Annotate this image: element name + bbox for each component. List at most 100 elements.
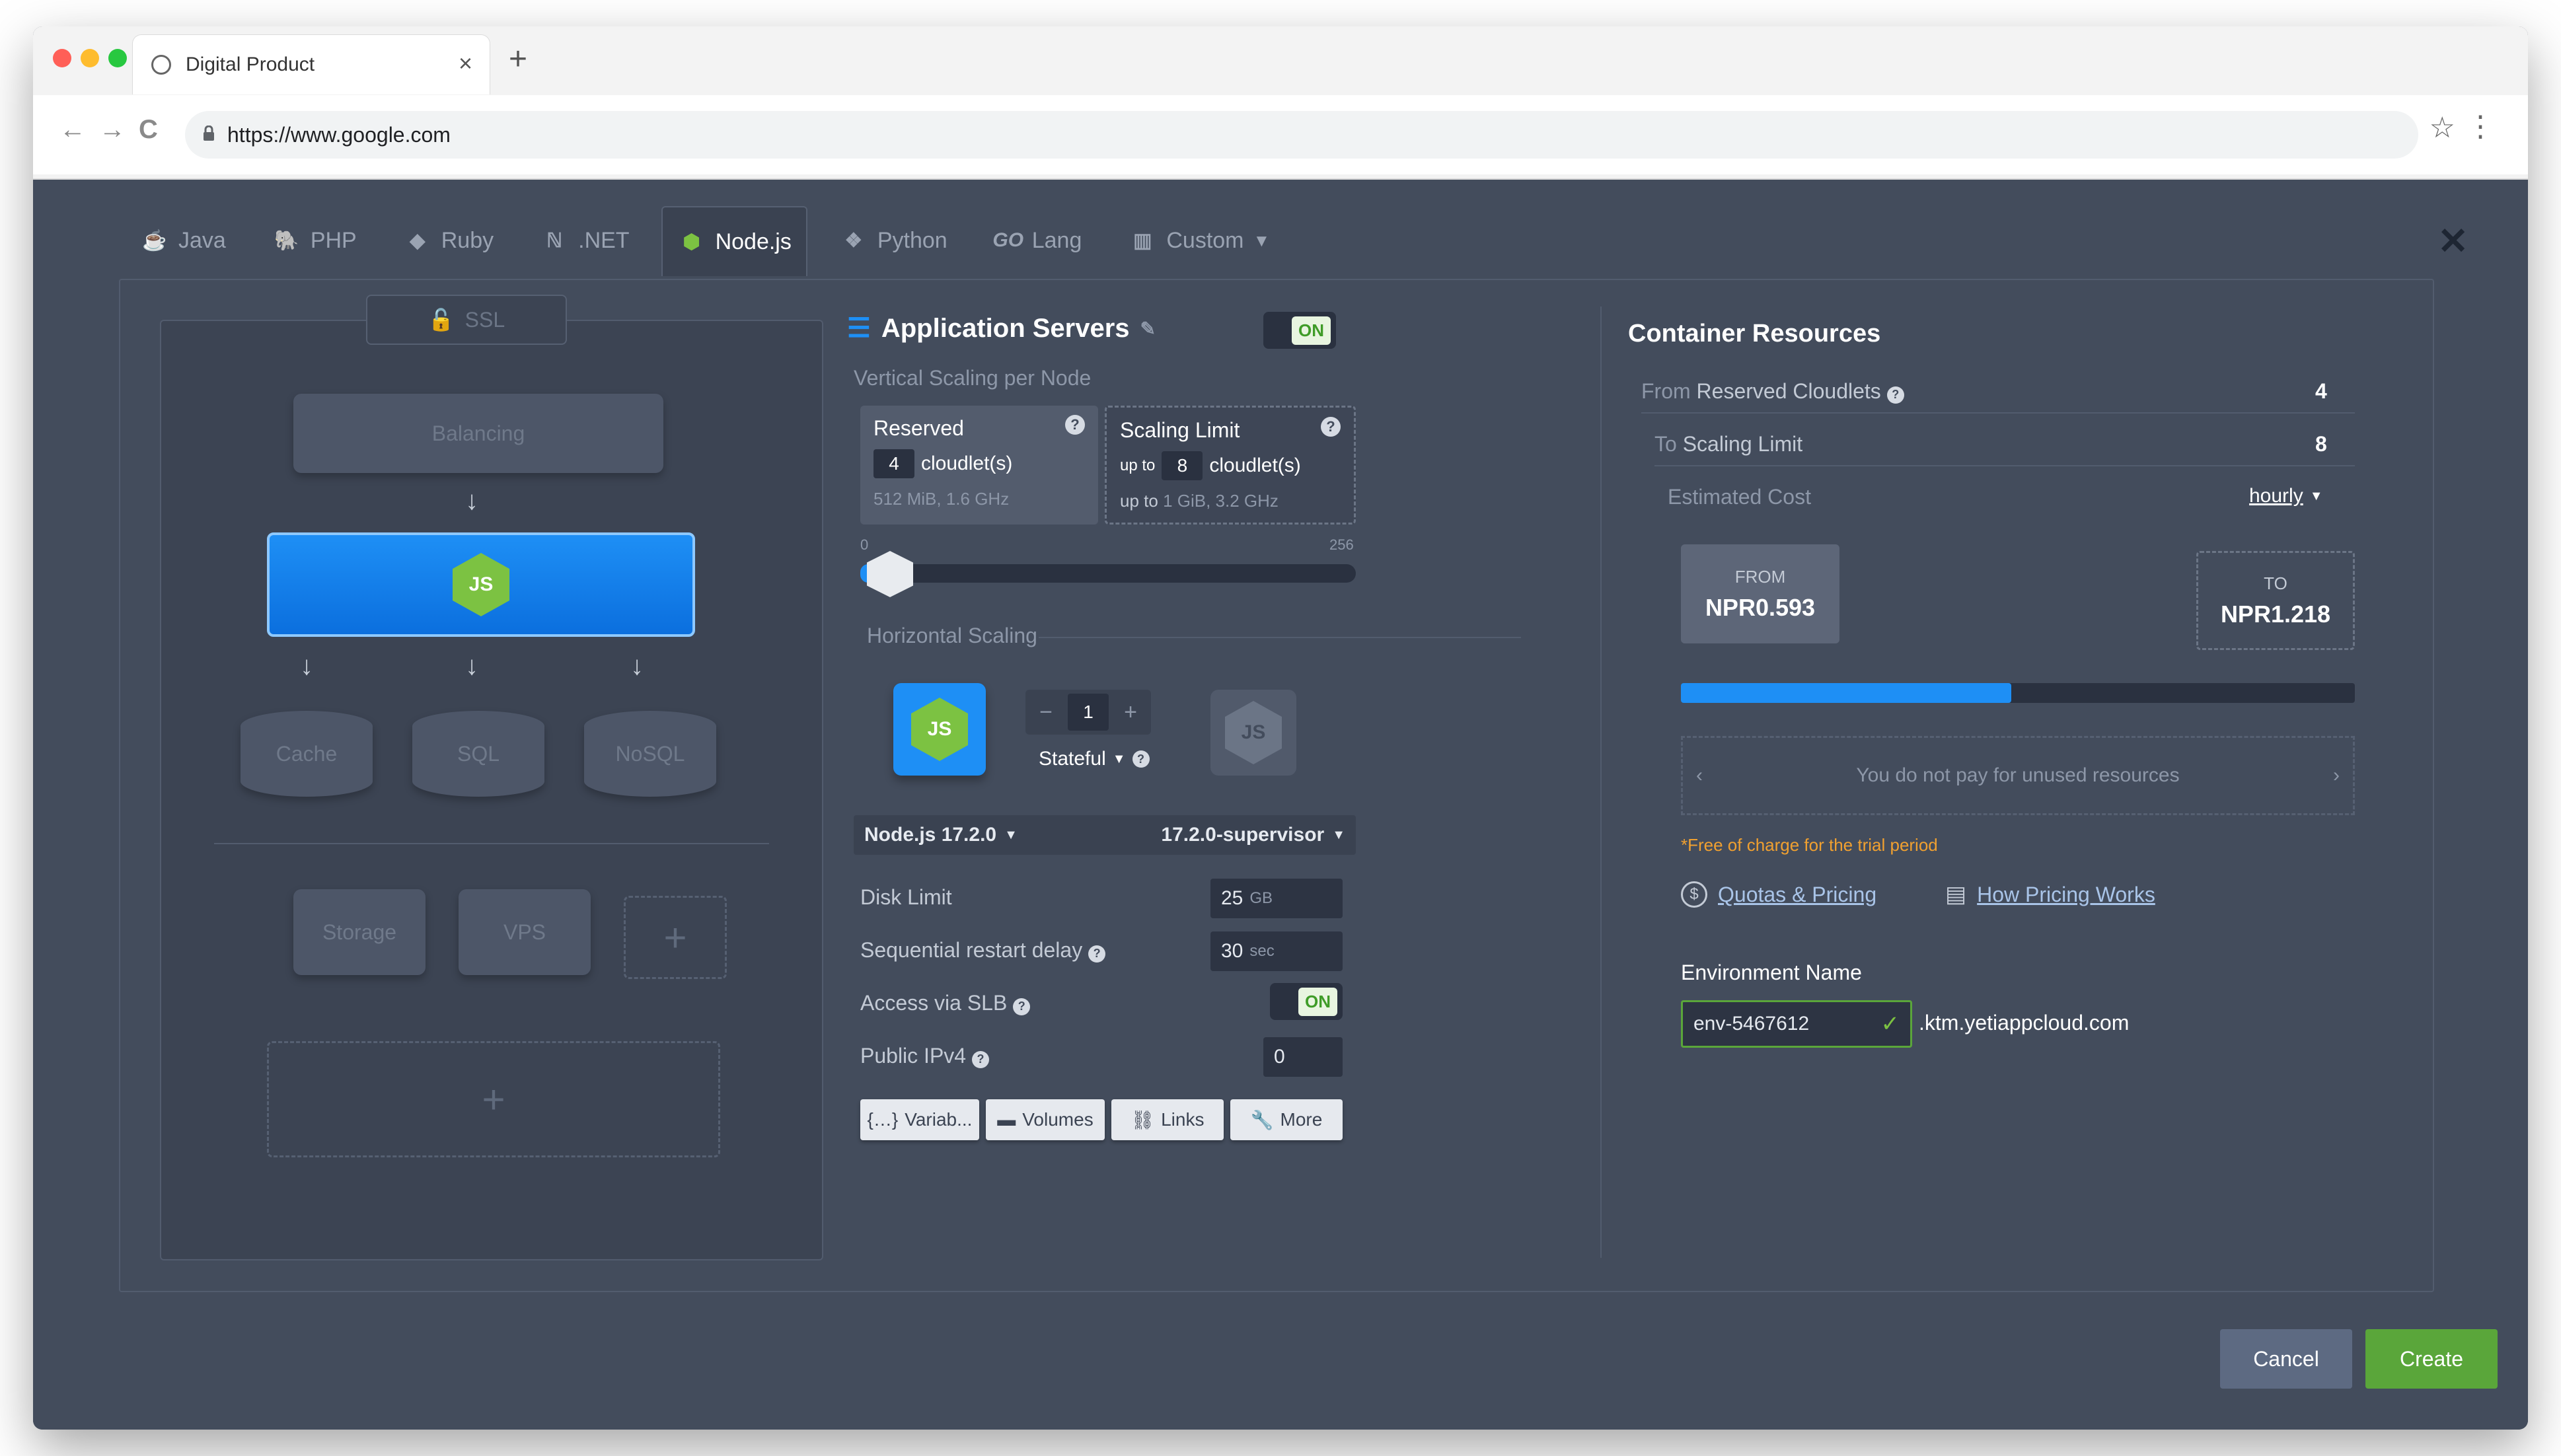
volumes-label: Volumes <box>1022 1109 1094 1130</box>
help-icon[interactable]: ? <box>1886 386 1904 404</box>
pencil-icon[interactable]: ✎ <box>1140 318 1156 340</box>
nodejs-instance-icon: JS <box>893 683 986 776</box>
close-wizard-button[interactable]: ✕ <box>2437 219 2468 263</box>
balancing-node[interactable]: Balancing <box>293 394 663 473</box>
chevron-down-icon: ▼ <box>1332 827 1345 842</box>
tab-dotnet[interactable]: ℕ .NET <box>525 206 644 275</box>
cache-node[interactable]: Cache <box>241 711 373 797</box>
nosql-node[interactable]: NoSQL <box>584 711 716 797</box>
close-window-button[interactable] <box>53 49 71 67</box>
help-icon[interactable]: ? <box>1065 415 1085 435</box>
slb-toggle[interactable]: ON <box>1270 983 1343 1020</box>
maximize-window-button[interactable] <box>108 49 127 67</box>
tab-custom[interactable]: ▥ Custom ▼ <box>1113 206 1284 275</box>
sql-node[interactable]: SQL <box>412 711 544 797</box>
tab-ruby[interactable]: ◆ Ruby <box>389 206 508 275</box>
chevron-right-icon: › <box>2332 764 2340 786</box>
arrow-down-icon: ↓ <box>300 651 313 680</box>
tab-label: Node.js <box>715 229 792 254</box>
forward-button[interactable]: → <box>99 115 126 145</box>
help-icon[interactable]: ? <box>1088 945 1106 963</box>
minimize-window-button[interactable] <box>81 49 99 67</box>
vps-node[interactable]: VPS <box>459 889 591 975</box>
app-servers-toggle[interactable]: ON <box>1263 312 1336 349</box>
tab-python[interactable]: ❖ Python <box>825 206 962 275</box>
tab-nodejs[interactable]: ⬢ Node.js <box>661 206 807 276</box>
limit-cloudlets-input[interactable]: 8 <box>1162 451 1203 480</box>
tag-dropdown[interactable]: 17.2.0-supervisor ▼ <box>1161 824 1345 846</box>
node-count-input[interactable]: 1 <box>1068 694 1109 731</box>
cancel-button[interactable]: Cancel <box>2220 1329 2352 1389</box>
reload-button[interactable]: C <box>139 115 158 145</box>
arrow-down-icon: ↓ <box>630 651 644 680</box>
tab-close-button[interactable]: × <box>459 50 472 77</box>
estimated-cost-label: Estimated Cost <box>1668 485 1811 509</box>
reserved-cloudlets-input[interactable]: 4 <box>873 449 914 478</box>
add-layer-button[interactable]: + <box>267 1041 720 1157</box>
new-tab-button[interactable]: + <box>509 41 527 77</box>
address-bar[interactable]: https://www.google.com <box>185 111 2418 159</box>
more-button[interactable]: 🔧 More <box>1230 1099 1343 1140</box>
nodejs-icon: ⬢ <box>683 231 700 253</box>
limit-spec-prefix: up to <box>1120 491 1158 511</box>
help-icon[interactable]: ? <box>1132 750 1150 768</box>
restart-delay-input[interactable]: 30 sec <box>1210 931 1343 971</box>
arrow-down-icon: ↓ <box>465 651 478 680</box>
variables-button[interactable]: {…} Variab... <box>860 1099 979 1140</box>
to-prefix: To <box>1654 432 1677 456</box>
decrement-button[interactable]: − <box>1029 696 1062 729</box>
reserved-cloudlets-value: 4 <box>2315 379 2327 403</box>
env-name-input[interactable]: env-5467612 ✓ <box>1681 1000 1912 1048</box>
links-button[interactable]: ⛓ Links <box>1111 1099 1224 1140</box>
limit-spec: 1 GiB, 3.2 GHz <box>1163 491 1279 511</box>
quotas-pricing-link[interactable]: $ Quotas & Pricing <box>1681 881 1876 908</box>
disk-limit-input[interactable]: 25 GB <box>1210 879 1343 918</box>
toggle-state: ON <box>1298 987 1337 1016</box>
help-icon[interactable]: ? <box>971 1050 989 1068</box>
browser-menu-icon[interactable]: ⋮ <box>2466 110 2495 143</box>
tab-label: Custom <box>1166 227 1244 253</box>
section-title: ☰ Application Servers ✎ <box>847 313 1156 344</box>
nodejs-app-server-node[interactable]: JS <box>267 532 695 637</box>
cost-period-value: hourly <box>2249 485 2303 507</box>
slb-label: Access via SLB ? <box>860 991 1031 1015</box>
restart-delay-label: Sequential restart delay ? <box>860 938 1106 963</box>
limit-row: To Scaling Limit <box>1654 432 1802 456</box>
tab-go-lang[interactable]: GO Lang <box>979 206 1097 275</box>
stateful-label: Stateful <box>1039 748 1106 770</box>
add-node-button[interactable]: + <box>624 896 727 979</box>
python-icon: ❖ <box>844 229 863 252</box>
environment-wizard: ☕ Java 🐘 PHP ◆ Ruby ℕ .NET ⬢ Node.js ❖ Python … <box>33 180 2528 1430</box>
version-dropdown[interactable]: Node.js 17.2.0 ▼ <box>864 824 1018 846</box>
ssl-label: SSL <box>464 307 505 332</box>
arrow-down-icon: ↓ <box>465 486 478 515</box>
ipv4-input[interactable]: 0 <box>1263 1037 1343 1077</box>
increment-button[interactable]: + <box>1114 696 1147 729</box>
how-pricing-works-link[interactable]: ▤ How Pricing Works <box>1945 881 2155 908</box>
tab-php[interactable]: 🐘 PHP <box>258 206 371 275</box>
from-price: NPR0.593 <box>1705 593 1816 621</box>
volumes-button[interactable]: ▬ Volumes <box>986 1099 1105 1140</box>
back-button[interactable]: ← <box>59 115 86 145</box>
env-domain-suffix: .ktm.yetiappcloud.com <box>1919 1011 2130 1035</box>
browser-chrome: Digital Product × + ← → C https://www.go… <box>33 26 2528 180</box>
storage-node[interactable]: Storage <box>293 889 426 975</box>
go-icon: GO <box>992 229 1024 251</box>
bookmark-star-icon[interactable]: ☆ <box>2430 111 2455 145</box>
add-instance-placeholder[interactable]: JS <box>1210 690 1296 776</box>
application-servers-config: ☰ Application Servers ✎ ON Vertical Scal… <box>840 307 1561 1258</box>
from-tag: FROM <box>1734 566 1786 587</box>
cloudlet-slider-track[interactable] <box>860 564 1356 583</box>
tab-java[interactable]: ☕ Java <box>126 206 241 275</box>
tab-title: Digital Product <box>186 54 315 75</box>
slider-handle[interactable] <box>867 551 913 597</box>
help-icon[interactable]: ? <box>1013 998 1031 1015</box>
reserved-card: Reserved ? 4 cloudlet(s) 512 MiB, 1.6 GH… <box>860 406 1098 525</box>
create-button[interactable]: Create <box>2365 1329 2498 1389</box>
divider <box>1039 637 1521 638</box>
help-icon[interactable]: ? <box>1321 417 1341 437</box>
cost-period-dropdown[interactable]: hourly ▼ <box>2249 485 2323 507</box>
browser-tab[interactable]: Digital Product × <box>132 34 490 94</box>
stateful-dropdown[interactable]: Stateful ▼ ? <box>1039 748 1150 770</box>
ssl-toggle[interactable]: 🔓 SSL <box>366 295 567 345</box>
